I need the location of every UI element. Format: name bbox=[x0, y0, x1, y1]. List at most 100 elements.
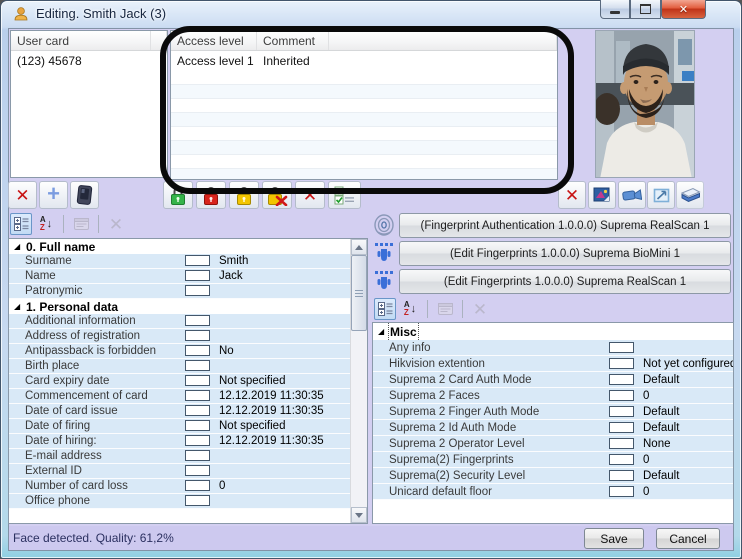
add-card-button[interactable]: + bbox=[39, 181, 68, 209]
scrollbar-thumb[interactable] bbox=[351, 255, 367, 331]
collapse-triangle-icon[interactable]: ◢ bbox=[378, 327, 384, 336]
property-row[interactable]: Commencement of card12.12.2019 11:30:35 bbox=[9, 389, 350, 404]
property-row[interactable]: Suprema 2 Finger Auth ModeDefault bbox=[373, 404, 733, 420]
property-checkbox[interactable] bbox=[185, 465, 210, 476]
property-checkbox[interactable] bbox=[185, 270, 210, 281]
property-row[interactable]: Number of card loss0 bbox=[9, 479, 350, 494]
property-checkbox[interactable] bbox=[609, 406, 634, 417]
cancel-button[interactable]: Cancel bbox=[656, 528, 720, 549]
property-checkbox[interactable] bbox=[185, 255, 210, 266]
lock-access-button[interactable] bbox=[196, 181, 226, 209]
user-card-row[interactable]: (123) 45678 bbox=[11, 51, 167, 71]
property-checkbox[interactable] bbox=[185, 420, 210, 431]
property-row[interactable]: Additional information bbox=[9, 314, 350, 329]
comment-column-header[interactable]: Comment bbox=[257, 31, 329, 50]
vertical-scrollbar[interactable] bbox=[350, 239, 367, 523]
titlebar[interactable]: Editing. Smith Jack (3) ✕ bbox=[0, 0, 742, 28]
property-row[interactable]: Suprema(2) Security LevelDefault bbox=[373, 468, 733, 484]
cancel-temp-lock-button[interactable] bbox=[262, 181, 292, 209]
user-card-list-header[interactable]: User card bbox=[11, 31, 167, 51]
property-checkbox[interactable] bbox=[609, 358, 634, 369]
property-checkbox[interactable] bbox=[609, 470, 634, 481]
property-row[interactable]: NameJack bbox=[9, 269, 350, 284]
scroll-down-button[interactable] bbox=[351, 507, 367, 523]
property-row[interactable]: External ID bbox=[9, 464, 350, 479]
access-level-row[interactable]: Access level 1 Inherited bbox=[171, 51, 557, 71]
misc-properties-grid[interactable]: ◢Misc Any info Hikvision extentionNot ye… bbox=[372, 322, 734, 524]
access-table-header[interactable]: Access level Comment bbox=[171, 31, 557, 51]
close-button[interactable]: ✕ bbox=[661, 0, 706, 19]
crop-photo-button[interactable] bbox=[647, 181, 675, 209]
collapse-triangle-icon[interactable]: ◢ bbox=[14, 242, 20, 251]
property-row[interactable]: Card expiry dateNot specified bbox=[9, 374, 350, 389]
property-checkbox[interactable] bbox=[185, 405, 210, 416]
unlock-access-button[interactable] bbox=[163, 181, 193, 209]
property-checkbox[interactable] bbox=[609, 342, 634, 353]
edit-fingerprints-realscan-button[interactable]: (Edit Fingerprints 1.0.0.0) Suprema Real… bbox=[399, 269, 731, 294]
property-row[interactable]: E-mail address bbox=[9, 449, 350, 464]
alphabetical-sort-button[interactable]: AZ ↓ bbox=[35, 213, 57, 235]
user-card-number[interactable]: (123) 45678 bbox=[11, 54, 82, 68]
property-row[interactable]: Any info bbox=[373, 340, 733, 356]
property-checkbox[interactable] bbox=[185, 435, 210, 446]
category-row[interactable]: ◢0. Full name bbox=[9, 239, 350, 254]
access-levels-list-button[interactable] bbox=[328, 181, 361, 209]
property-checkbox[interactable] bbox=[609, 438, 634, 449]
temp-lock-button[interactable] bbox=[229, 181, 259, 209]
property-checkbox[interactable] bbox=[185, 360, 210, 371]
categorized-view-button[interactable] bbox=[374, 298, 396, 320]
property-checkbox[interactable] bbox=[185, 315, 210, 326]
property-row[interactable]: Date of hiring:12.12.2019 11:30:35 bbox=[9, 434, 350, 449]
property-checkbox[interactable] bbox=[185, 390, 210, 401]
card-reader-button[interactable] bbox=[70, 181, 99, 209]
property-row[interactable]: Birth place bbox=[9, 359, 350, 374]
property-checkbox[interactable] bbox=[609, 486, 634, 497]
categorized-view-button[interactable] bbox=[10, 213, 32, 235]
alphabetical-sort-button[interactable]: AZ ↓ bbox=[399, 298, 421, 320]
property-checkbox[interactable] bbox=[609, 374, 634, 385]
access-level-column-header[interactable]: Access level bbox=[171, 31, 257, 50]
delete-access-button[interactable]: ✕ bbox=[295, 181, 325, 209]
user-card-column-header[interactable]: User card bbox=[11, 31, 151, 50]
property-row[interactable]: Date of card issue12.12.2019 11:30:35 bbox=[9, 404, 350, 419]
property-row[interactable]: Suprema 2 Card Auth ModeDefault bbox=[373, 372, 733, 388]
minimize-button[interactable] bbox=[600, 0, 630, 19]
property-checkbox[interactable] bbox=[185, 480, 210, 491]
property-checkbox[interactable] bbox=[185, 285, 210, 296]
property-checkbox[interactable] bbox=[185, 450, 210, 461]
capture-camera-button[interactable] bbox=[618, 181, 646, 209]
property-checkbox[interactable] bbox=[185, 495, 210, 506]
property-checkbox[interactable] bbox=[609, 454, 634, 465]
user-card-list[interactable]: User card (123) 45678 bbox=[10, 30, 168, 178]
property-checkbox[interactable] bbox=[185, 375, 210, 386]
property-row[interactable]: Suprema 2 Operator LevelNone bbox=[373, 436, 733, 452]
property-row[interactable]: Suprema 2 Id Auth ModeDefault bbox=[373, 420, 733, 436]
delete-card-button[interactable]: ✕ bbox=[8, 181, 37, 209]
load-photo-button[interactable] bbox=[588, 181, 616, 209]
property-row[interactable]: Suprema(2) Fingerprints0 bbox=[373, 452, 733, 468]
save-button[interactable]: Save bbox=[584, 528, 644, 549]
fingerprint-auth-button[interactable]: (Fingerprint Authentication 1.0.0.0) Sup… bbox=[399, 213, 731, 238]
scroll-up-button[interactable] bbox=[351, 239, 367, 255]
property-row[interactable]: Unicard default floor0 bbox=[373, 484, 733, 500]
scan-photo-button[interactable] bbox=[676, 181, 704, 209]
property-row[interactable]: Hikvision extentionNot yet configured bbox=[373, 356, 733, 372]
person-properties-grid[interactable]: ◢0. Full name SurnameSmith NameJack Patr… bbox=[8, 238, 368, 524]
property-row[interactable]: Suprema 2 Faces0 bbox=[373, 388, 733, 404]
maximize-button[interactable] bbox=[630, 0, 661, 19]
category-row[interactable]: ◢1. Personal data bbox=[9, 299, 350, 314]
property-checkbox[interactable] bbox=[185, 330, 210, 341]
property-row[interactable]: Office phone bbox=[9, 494, 350, 509]
property-checkbox[interactable] bbox=[185, 345, 210, 356]
property-row[interactable]: SurnameSmith bbox=[9, 254, 350, 269]
property-checkbox[interactable] bbox=[609, 390, 634, 401]
access-level-table[interactable]: Access level Comment Access level 1 Inhe… bbox=[170, 30, 558, 180]
access-level-cell[interactable]: Access level 1 bbox=[171, 54, 257, 68]
property-row[interactable]: Patronymic bbox=[9, 284, 350, 299]
collapse-triangle-icon[interactable]: ◢ bbox=[14, 302, 20, 311]
property-row[interactable]: Antipassback is forbiddenNo bbox=[9, 344, 350, 359]
comment-cell[interactable]: Inherited bbox=[257, 54, 329, 68]
property-row[interactable]: Date of firingNot specified bbox=[9, 419, 350, 434]
category-row[interactable]: ◢Misc bbox=[373, 323, 733, 340]
delete-photo-button[interactable]: ✕ bbox=[558, 181, 586, 209]
